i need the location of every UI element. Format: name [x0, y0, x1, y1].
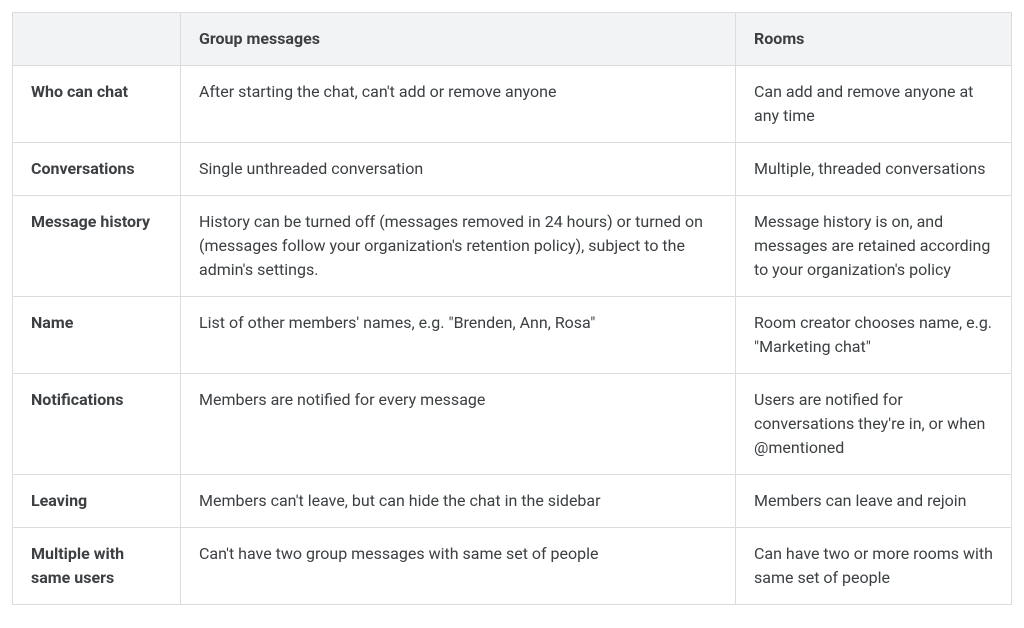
table-header-empty [13, 13, 181, 66]
cell-rooms: Multiple, threaded conversations [736, 143, 1012, 196]
cell-rooms: Room creator chooses name, e.g. "Marketi… [736, 297, 1012, 374]
cell-group-messages: After starting the chat, can't add or re… [181, 66, 736, 143]
table-row: Multiple with same users Can't have two … [13, 528, 1012, 605]
row-label: Name [13, 297, 181, 374]
row-label: Who can chat [13, 66, 181, 143]
comparison-table-container: Group messages Rooms Who can chat After … [0, 0, 1024, 617]
table-row: Name List of other members' names, e.g. … [13, 297, 1012, 374]
table-header-rooms: Rooms [736, 13, 1012, 66]
cell-group-messages: Can't have two group messages with same … [181, 528, 736, 605]
table-row: Who can chat After starting the chat, ca… [13, 66, 1012, 143]
cell-rooms: Users are notified for conversations the… [736, 374, 1012, 475]
table-header-row: Group messages Rooms [13, 13, 1012, 66]
row-label: Leaving [13, 475, 181, 528]
table-row: Leaving Members can't leave, but can hid… [13, 475, 1012, 528]
table-row: Notifications Members are notified for e… [13, 374, 1012, 475]
cell-rooms: Message history is on, and messages are … [736, 196, 1012, 297]
comparison-table: Group messages Rooms Who can chat After … [12, 12, 1012, 605]
row-label: Multiple with same users [13, 528, 181, 605]
row-label: Notifications [13, 374, 181, 475]
table-row: Message history History can be turned of… [13, 196, 1012, 297]
cell-group-messages: Members are notified for every message [181, 374, 736, 475]
table-header-group-messages: Group messages [181, 13, 736, 66]
row-label: Conversations [13, 143, 181, 196]
table-row: Conversations Single unthreaded conversa… [13, 143, 1012, 196]
cell-group-messages: History can be turned off (messages remo… [181, 196, 736, 297]
cell-rooms: Can have two or more rooms with same set… [736, 528, 1012, 605]
cell-group-messages: Members can't leave, but can hide the ch… [181, 475, 736, 528]
cell-group-messages: Single unthreaded conversation [181, 143, 736, 196]
cell-group-messages: List of other members' names, e.g. "Bren… [181, 297, 736, 374]
cell-rooms: Members can leave and rejoin [736, 475, 1012, 528]
cell-rooms: Can add and remove anyone at any time [736, 66, 1012, 143]
row-label: Message history [13, 196, 181, 297]
